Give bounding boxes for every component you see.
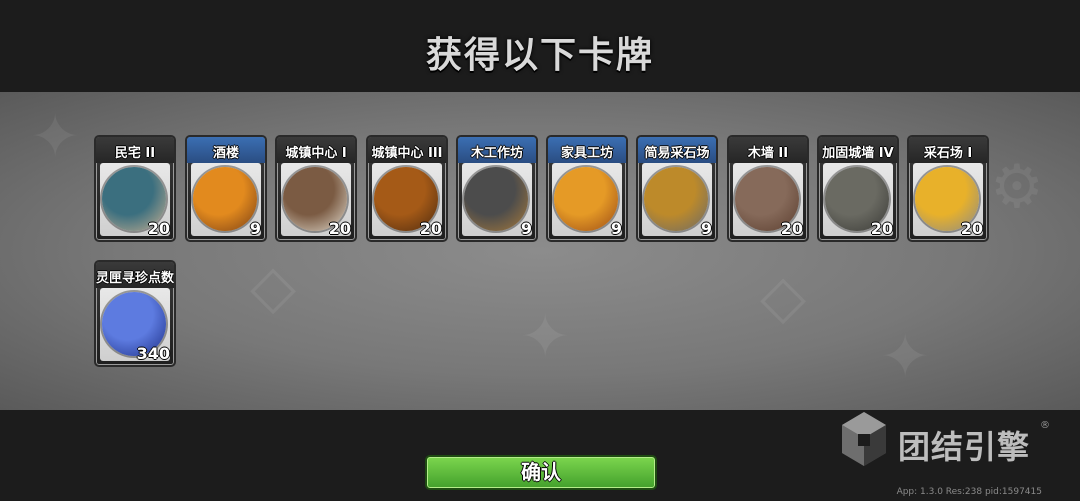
card-count: 20 (147, 219, 170, 238)
card-count: 9 (610, 219, 622, 238)
reward-card[interactable]: 木工作坊 9 (456, 135, 538, 242)
reward-title: 获得以下卡牌 (425, 35, 654, 76)
reward-card[interactable]: 加固城墙 IV 20 (817, 135, 899, 242)
background-pattern-icon: ◇ (250, 252, 297, 322)
card-name: 木墙 II (747, 146, 789, 161)
tuanjie-engine-logo-icon (842, 412, 886, 466)
reward-card[interactable]: 采石场 I 20 (907, 135, 989, 242)
card-count: 20 (419, 219, 442, 238)
card-name: 简易采石场 (644, 146, 710, 161)
carpentry-workshop-icon (464, 167, 528, 231)
simple-quarry-icon (644, 167, 708, 231)
furniture-workshop-icon (554, 167, 618, 231)
reward-card[interactable]: 酒楼 9 (185, 135, 267, 242)
card-name: 灵匣寻珍点数 (96, 271, 175, 286)
brand-text: 团结引擎 (898, 428, 1031, 466)
reward-card[interactable]: 民宅 II 20 (94, 135, 176, 242)
card-count: 9 (249, 219, 261, 238)
reward-card[interactable]: 木墙 II 20 (727, 135, 809, 242)
card-name: 民宅 II (114, 146, 156, 161)
background-pattern-icon: ✦ (520, 302, 571, 372)
card-count: 9 (520, 219, 532, 238)
card-name: 酒楼 (212, 146, 239, 161)
reward-card[interactable]: 灵匣寻珍点数 340 (94, 260, 176, 367)
card-count: 20 (328, 219, 351, 238)
card-name: 城镇中心 I (285, 146, 347, 161)
reward-card[interactable]: 家具工坊 9 (546, 135, 628, 242)
background-pattern-icon: ✦ (880, 322, 931, 392)
card-count: 20 (960, 219, 983, 238)
card-count: 9 (700, 219, 712, 238)
confirm-button[interactable]: 确认 (425, 455, 657, 490)
card-count: 20 (870, 219, 893, 238)
card-count: 20 (780, 219, 803, 238)
reward-card[interactable]: 城镇中心 III 20 (366, 135, 448, 242)
tavern-icon (193, 167, 257, 231)
background-pattern-icon: ✦ (30, 102, 81, 172)
card-name: 木工作坊 (470, 146, 523, 161)
reward-card[interactable]: 简易采石场 9 (636, 135, 718, 242)
card-name: 城镇中心 III (371, 146, 443, 161)
registered-mark: ® (1040, 420, 1050, 431)
background-pattern-icon: ⚙ (990, 152, 1044, 222)
card-count: 340 (136, 344, 170, 363)
card-name: 家具工坊 (560, 146, 613, 161)
background-pattern-icon: ◇ (760, 262, 807, 332)
card-name: 加固城墙 IV (822, 146, 894, 161)
card-name: 采石场 I (923, 146, 973, 161)
reward-card[interactable]: 城镇中心 I 20 (275, 135, 357, 242)
app-version-info: App: 1.3.0 Res:238 pid:1597415 (896, 487, 1042, 497)
